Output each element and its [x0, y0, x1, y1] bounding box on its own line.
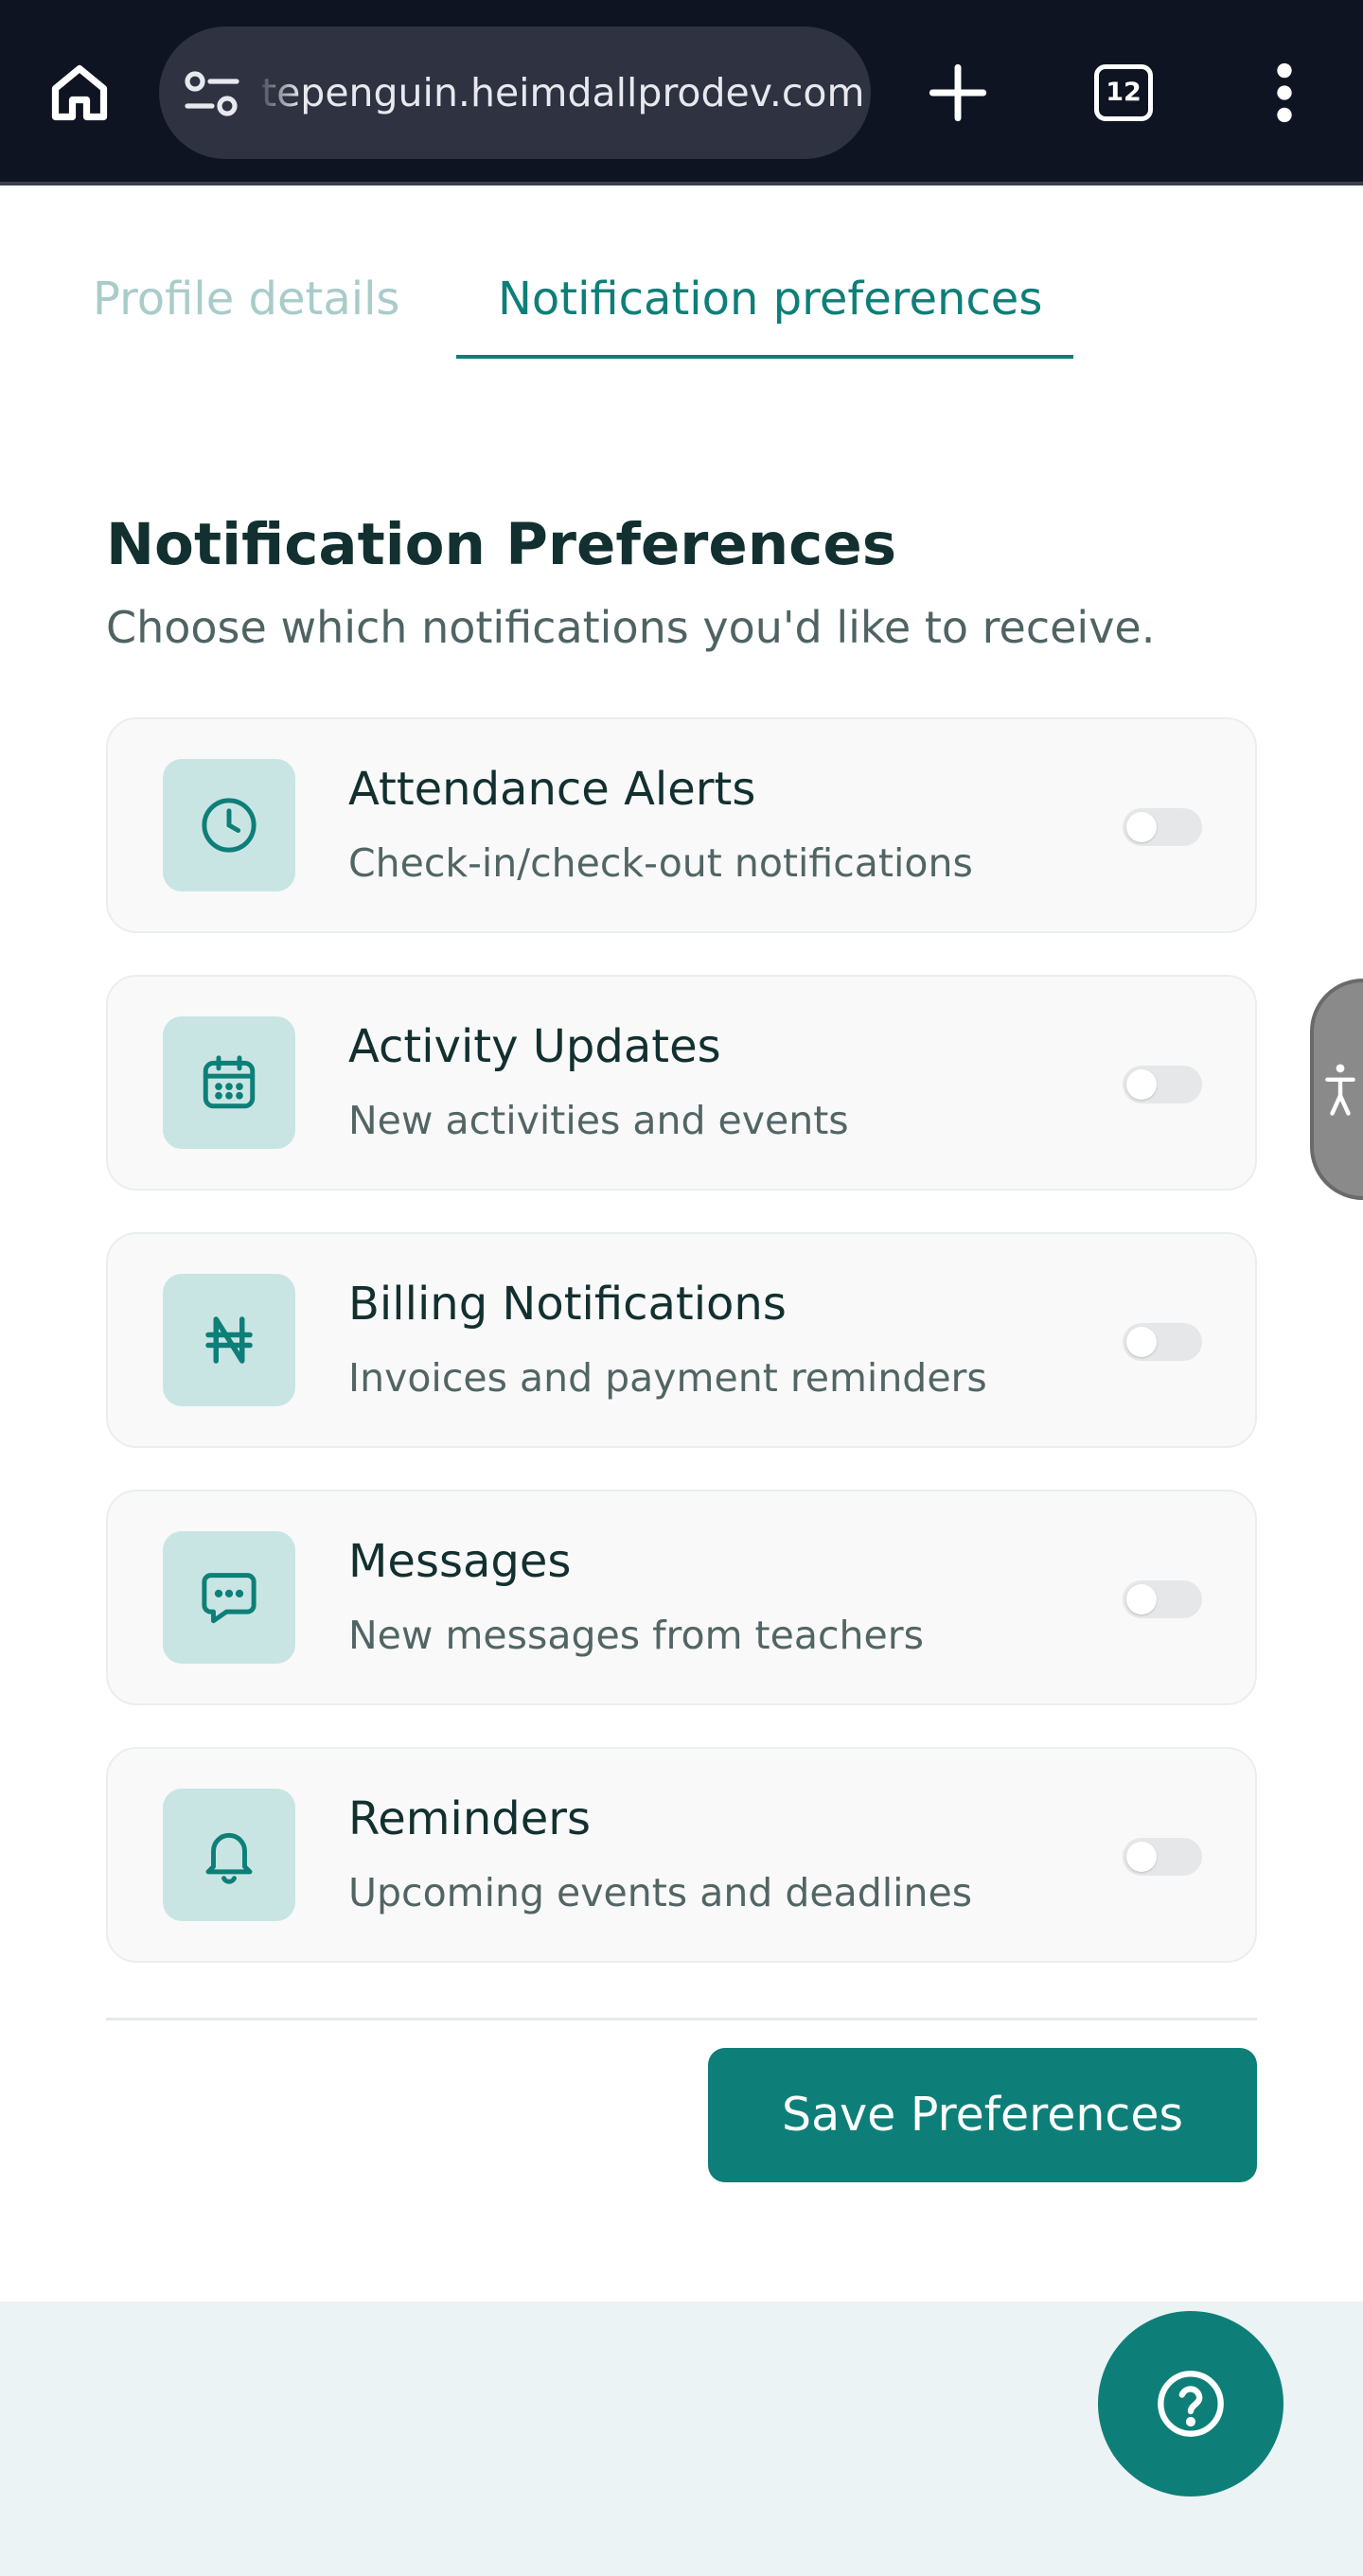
browser-toolbar: tepenguin.heimdallprodev.com 12 — [0, 0, 1363, 185]
site-controls-icon[interactable] — [184, 70, 240, 117]
url-fade — [254, 26, 301, 159]
page-subtitle: Choose which notifications you'd like to… — [106, 602, 1156, 653]
accessibility-button[interactable] — [1310, 979, 1363, 1200]
divider — [106, 2018, 1257, 2020]
help-button[interactable] — [1098, 2311, 1283, 2497]
attendance-alerts-toggle[interactable] — [1123, 808, 1202, 846]
address-bar[interactable]: tepenguin.heimdallprodev.com — [159, 26, 871, 159]
message-icon — [202, 1573, 257, 1624]
save-preferences-button[interactable]: Save Preferences — [708, 2048, 1257, 2182]
icon-tile — [163, 1789, 295, 1921]
page-title: Notification Preferences — [106, 511, 896, 578]
preference-card-messages: Messages New messages from teachers — [106, 1490, 1257, 1705]
more-vert-icon[interactable] — [1268, 62, 1301, 123]
preference-title: Messages — [348, 1535, 572, 1588]
preference-card-attendance: Attendance Alerts Check-in/check-out not… — [106, 717, 1257, 933]
toggle-knob — [1126, 1069, 1157, 1100]
help-icon — [1158, 2371, 1224, 2437]
preference-title: Attendance Alerts — [348, 763, 756, 816]
preference-title: Billing Notifications — [348, 1278, 787, 1331]
preference-description: New activities and events — [348, 1098, 849, 1143]
tab-notification-preferences[interactable]: Notification preferences — [498, 261, 1042, 337]
tab-switcher-icon[interactable]: 12 — [1094, 64, 1153, 121]
home-icon[interactable] — [45, 59, 114, 127]
toggle-knob — [1126, 1327, 1157, 1357]
icon-tile — [163, 1016, 295, 1149]
accessibility-icon — [1325, 1064, 1355, 1116]
bell-icon — [205, 1832, 253, 1884]
preference-title: Reminders — [348, 1792, 591, 1845]
toggle-knob — [1126, 1584, 1157, 1614]
messages-toggle[interactable] — [1123, 1580, 1202, 1618]
preference-card-activity: Activity Updates New activities and even… — [106, 975, 1257, 1191]
preference-description: Check-in/check-out notifications — [348, 840, 973, 886]
plus-icon[interactable] — [924, 62, 992, 123]
preference-description: Invoices and payment reminders — [348, 1355, 987, 1401]
calendar-icon — [203, 1055, 256, 1109]
naira-icon — [205, 1316, 253, 1364]
billing-notifications-toggle[interactable] — [1123, 1323, 1202, 1361]
toggle-knob — [1126, 812, 1157, 842]
tab-count: 12 — [1106, 78, 1142, 107]
preference-description: New messages from teachers — [348, 1613, 924, 1658]
clock-icon — [202, 798, 257, 853]
icon-tile — [163, 1274, 295, 1406]
preference-title: Activity Updates — [348, 1020, 721, 1073]
preference-description: Upcoming events and deadlines — [348, 1870, 973, 1915]
icon-tile — [163, 759, 295, 891]
preference-card-billing: Billing Notifications Invoices and payme… — [106, 1232, 1257, 1448]
activity-updates-toggle[interactable] — [1123, 1066, 1202, 1103]
url-text: tepenguin.heimdallprodev.com — [261, 70, 865, 115]
icon-tile — [163, 1531, 295, 1664]
toggle-knob — [1126, 1842, 1157, 1872]
tab-profile-details[interactable]: Profile details — [93, 261, 399, 337]
active-tab-indicator — [456, 355, 1073, 359]
reminders-toggle[interactable] — [1123, 1838, 1202, 1876]
preference-card-reminders: Reminders Upcoming events and deadlines — [106, 1747, 1257, 1963]
